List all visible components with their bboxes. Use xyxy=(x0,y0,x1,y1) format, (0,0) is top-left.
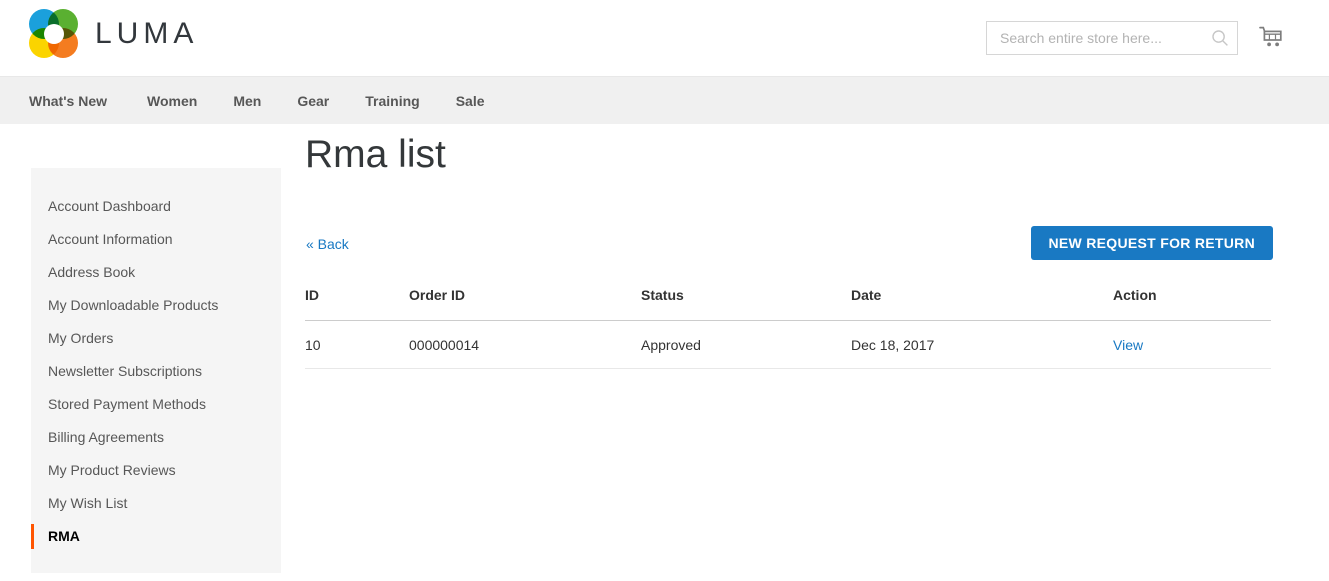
nav-item-gear[interactable]: Gear xyxy=(297,93,329,109)
column-header-action: Action xyxy=(1113,286,1271,321)
view-link[interactable]: View xyxy=(1113,337,1143,353)
brand-name: LUMA xyxy=(95,16,199,50)
column-header-date: Date xyxy=(851,286,1113,321)
rma-table: ID Order ID Status Date Action 10 000000… xyxy=(305,286,1271,369)
cell-date: Dec 18, 2017 xyxy=(851,320,1113,369)
table-header-row: ID Order ID Status Date Action xyxy=(305,286,1271,321)
page-title: Rma list xyxy=(305,133,446,176)
content-area: Account Dashboard Account Information Ad… xyxy=(0,124,1329,581)
brand-logo-link[interactable]: LUMA xyxy=(29,9,198,58)
nav-item-women[interactable]: Women xyxy=(147,93,197,109)
sidebar-item-billing-agreements[interactable]: Billing Agreements xyxy=(31,421,281,454)
nav-item-men[interactable]: Men xyxy=(233,93,261,109)
cell-status: Approved xyxy=(641,320,851,369)
nav-item-sale[interactable]: Sale xyxy=(456,93,485,109)
sidebar-item-account-dashboard[interactable]: Account Dashboard xyxy=(31,190,281,223)
cell-id: 10 xyxy=(305,320,409,369)
page-header: LUMA xyxy=(0,0,1329,76)
column-header-order-id: Order ID xyxy=(409,286,641,321)
sidebar-item-stored-payment-methods[interactable]: Stored Payment Methods xyxy=(31,388,281,421)
column-header-status: Status xyxy=(641,286,851,321)
table-row: 10 000000014 Approved Dec 18, 2017 View xyxy=(305,320,1271,369)
luma-ring-logo-icon xyxy=(29,9,78,58)
sidebar-item-newsletter-subscriptions[interactable]: Newsletter Subscriptions xyxy=(31,355,281,388)
search-box[interactable] xyxy=(986,21,1238,55)
sidebar-item-my-product-reviews[interactable]: My Product Reviews xyxy=(31,454,281,487)
sidebar-item-rma[interactable]: RMA xyxy=(31,520,281,553)
cell-action: View xyxy=(1113,320,1271,369)
account-sidebar: Account Dashboard Account Information Ad… xyxy=(31,168,281,573)
sidebar-item-my-wish-list[interactable]: My Wish List xyxy=(31,487,281,520)
main-navigation: What's New Women Men Gear Training Sale xyxy=(0,76,1329,124)
sidebar-item-my-orders[interactable]: My Orders xyxy=(31,322,281,355)
new-request-for-return-button[interactable]: NEW REQUEST FOR RETURN xyxy=(1030,225,1273,260)
column-header-id: ID xyxy=(305,286,409,321)
header-actions xyxy=(986,0,1329,76)
sidebar-item-account-information[interactable]: Account Information xyxy=(31,223,281,256)
cell-order-id: 000000014 xyxy=(409,320,641,369)
sidebar-item-address-book[interactable]: Address Book xyxy=(31,256,281,289)
nav-item-training[interactable]: Training xyxy=(365,93,419,109)
search-icon[interactable] xyxy=(1209,27,1231,49)
main-content: Rma list « Back NEW REQUEST FOR RETURN I… xyxy=(305,124,1273,369)
search-input[interactable] xyxy=(987,22,1237,54)
action-row: « Back NEW REQUEST FOR RETURN xyxy=(305,225,1273,262)
sidebar-item-my-downloadable-products[interactable]: My Downloadable Products xyxy=(31,289,281,322)
nav-item-whats-new[interactable]: What's New xyxy=(29,93,107,109)
shopping-cart-icon[interactable] xyxy=(1258,24,1286,52)
back-link[interactable]: « Back xyxy=(306,236,349,252)
